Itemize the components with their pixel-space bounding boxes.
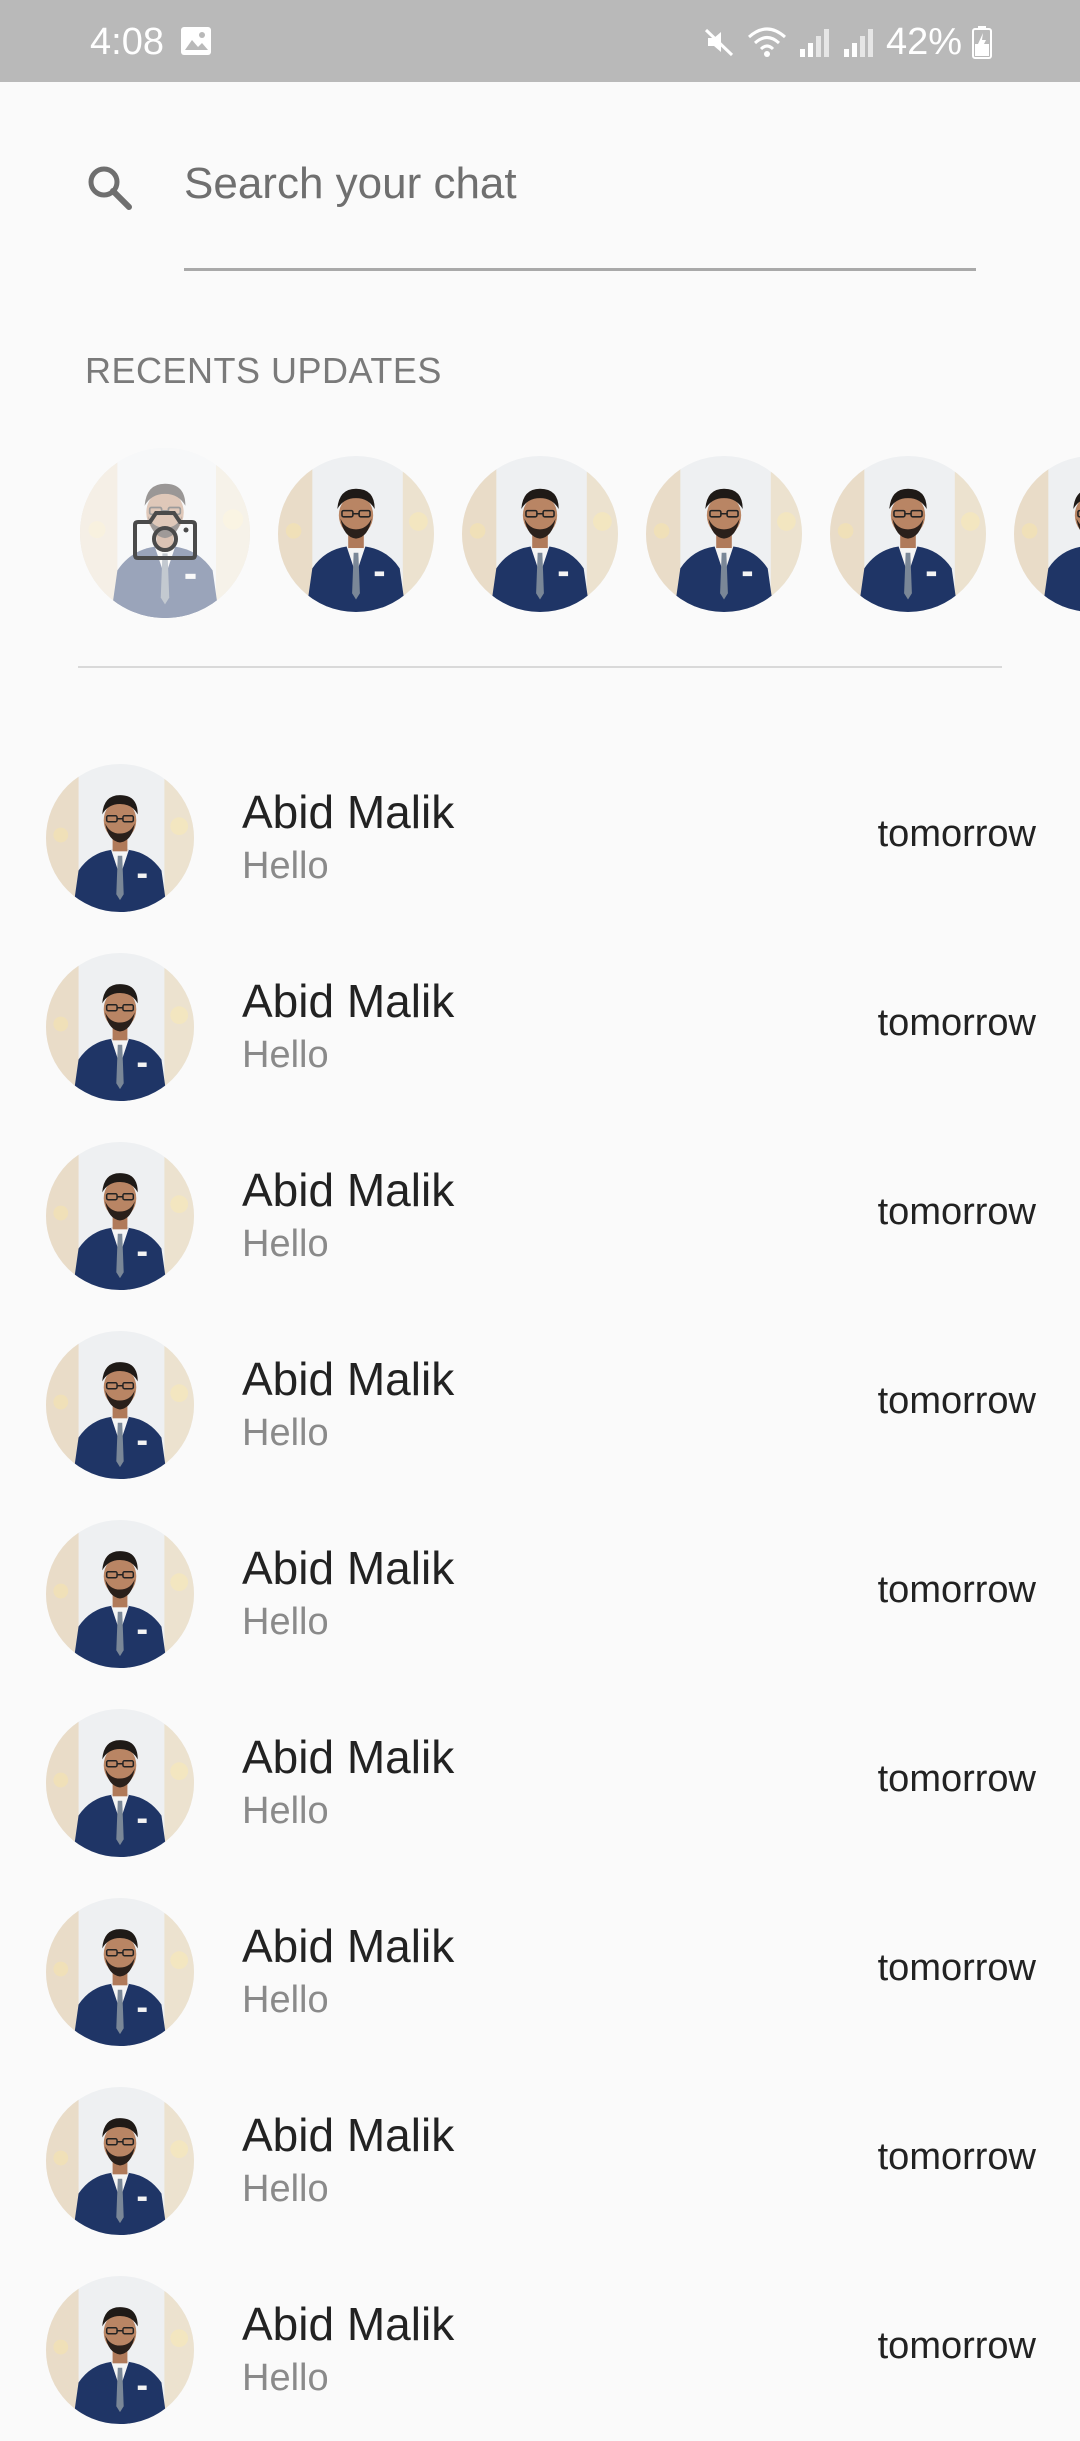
story-item[interactable] bbox=[462, 456, 618, 612]
search-underline bbox=[184, 268, 976, 271]
search-bar bbox=[0, 140, 1080, 271]
story-item[interactable] bbox=[278, 456, 434, 612]
battery-icon bbox=[972, 25, 992, 59]
status-bar: 4:08 42% bbox=[0, 0, 1080, 82]
message-preview: Hello bbox=[242, 1034, 329, 1076]
story-item[interactable] bbox=[1014, 456, 1080, 612]
chat-row[interactable]: Abid Malik Hello tomorrow bbox=[0, 929, 1080, 1118]
camera-icon bbox=[132, 508, 198, 562]
avatar bbox=[46, 1898, 194, 2046]
status-icons: 42% bbox=[702, 20, 992, 64]
message-time: tomorrow bbox=[877, 1758, 1036, 1800]
message-time: tomorrow bbox=[877, 1569, 1036, 1611]
story-avatar bbox=[1014, 456, 1080, 612]
search-icon[interactable] bbox=[82, 160, 138, 216]
message-time: tomorrow bbox=[877, 2325, 1036, 2367]
signal-icon bbox=[798, 25, 832, 59]
avatar bbox=[46, 1142, 194, 1290]
message-preview: Hello bbox=[242, 1223, 329, 1265]
story-avatar bbox=[278, 456, 434, 612]
message-preview: Hello bbox=[242, 845, 329, 887]
recent-updates-row[interactable] bbox=[80, 448, 1080, 623]
avatar bbox=[46, 1520, 194, 1668]
story-item[interactable] bbox=[830, 456, 986, 612]
gallery-icon bbox=[180, 26, 212, 56]
contact-name: Abid Malik bbox=[242, 1164, 455, 1216]
chat-row[interactable]: Abid Malik Hello tomorrow bbox=[0, 2252, 1080, 2441]
story-avatar bbox=[462, 456, 618, 612]
add-status-camera[interactable] bbox=[80, 448, 250, 618]
message-preview: Hello bbox=[242, 1790, 329, 1832]
story-avatar bbox=[646, 456, 802, 612]
avatar bbox=[46, 1709, 194, 1857]
chat-row[interactable]: Abid Malik Hello tomorrow bbox=[0, 1307, 1080, 1496]
message-time: tomorrow bbox=[877, 1947, 1036, 1989]
message-preview: Hello bbox=[242, 1979, 329, 2021]
status-time: 4:08 bbox=[90, 21, 164, 63]
chat-row[interactable]: Abid Malik Hello tomorrow bbox=[0, 1496, 1080, 1685]
avatar bbox=[46, 764, 194, 912]
chat-row[interactable]: Abid Malik Hello tomorrow bbox=[0, 1118, 1080, 1307]
contact-name: Abid Malik bbox=[242, 2109, 455, 2161]
search-input[interactable] bbox=[184, 154, 974, 214]
avatar bbox=[46, 2087, 194, 2235]
message-preview: Hello bbox=[242, 1412, 329, 1454]
message-time: tomorrow bbox=[877, 1002, 1036, 1044]
avatar bbox=[46, 953, 194, 1101]
message-time: tomorrow bbox=[877, 1191, 1036, 1233]
message-time: tomorrow bbox=[877, 1380, 1036, 1422]
contact-name: Abid Malik bbox=[242, 1542, 455, 1594]
chat-row[interactable]: Abid Malik Hello tomorrow bbox=[0, 740, 1080, 929]
message-preview: Hello bbox=[242, 2357, 329, 2399]
contact-name: Abid Malik bbox=[242, 975, 455, 1027]
contact-name: Abid Malik bbox=[242, 1920, 455, 1972]
contact-name: Abid Malik bbox=[242, 1353, 455, 1405]
contact-name: Abid Malik bbox=[242, 786, 455, 838]
story-item[interactable] bbox=[646, 456, 802, 612]
divider bbox=[78, 666, 1002, 668]
avatar bbox=[46, 1331, 194, 1479]
contact-name: Abid Malik bbox=[242, 1731, 455, 1783]
recents-title: RECENTS UPDATES bbox=[85, 350, 442, 391]
chat-row[interactable]: Abid Malik Hello tomorrow bbox=[0, 1685, 1080, 1874]
avatar bbox=[46, 2276, 194, 2424]
mute-icon bbox=[702, 25, 736, 59]
signal-icon bbox=[842, 25, 876, 59]
wifi-icon bbox=[746, 25, 788, 59]
message-time: tomorrow bbox=[877, 813, 1036, 855]
message-preview: Hello bbox=[242, 1601, 329, 1643]
battery-percent: 42% bbox=[885, 21, 962, 63]
story-avatar bbox=[830, 456, 986, 612]
message-time: tomorrow bbox=[877, 2136, 1036, 2178]
message-preview: Hello bbox=[242, 2168, 329, 2210]
chat-row[interactable]: Abid Malik Hello tomorrow bbox=[0, 1874, 1080, 2063]
chat-row[interactable]: Abid Malik Hello tomorrow bbox=[0, 2063, 1080, 2252]
contact-name: Abid Malik bbox=[242, 2298, 455, 2350]
